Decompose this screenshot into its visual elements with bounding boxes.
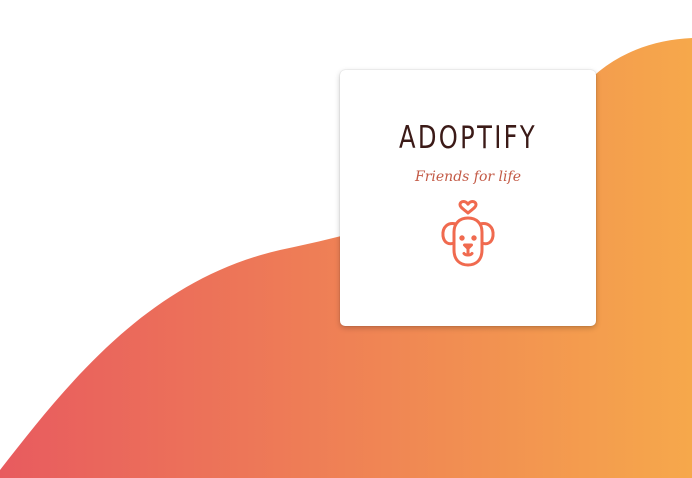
page: ADOPTIFY Friends for life bbox=[0, 0, 692, 478]
brand-name: ADOPTIFY bbox=[398, 120, 538, 156]
dog-with-heart-icon bbox=[441, 200, 495, 267]
logo-card: ADOPTIFY Friends for life bbox=[340, 70, 596, 326]
tagline: Friends for life bbox=[415, 169, 521, 185]
